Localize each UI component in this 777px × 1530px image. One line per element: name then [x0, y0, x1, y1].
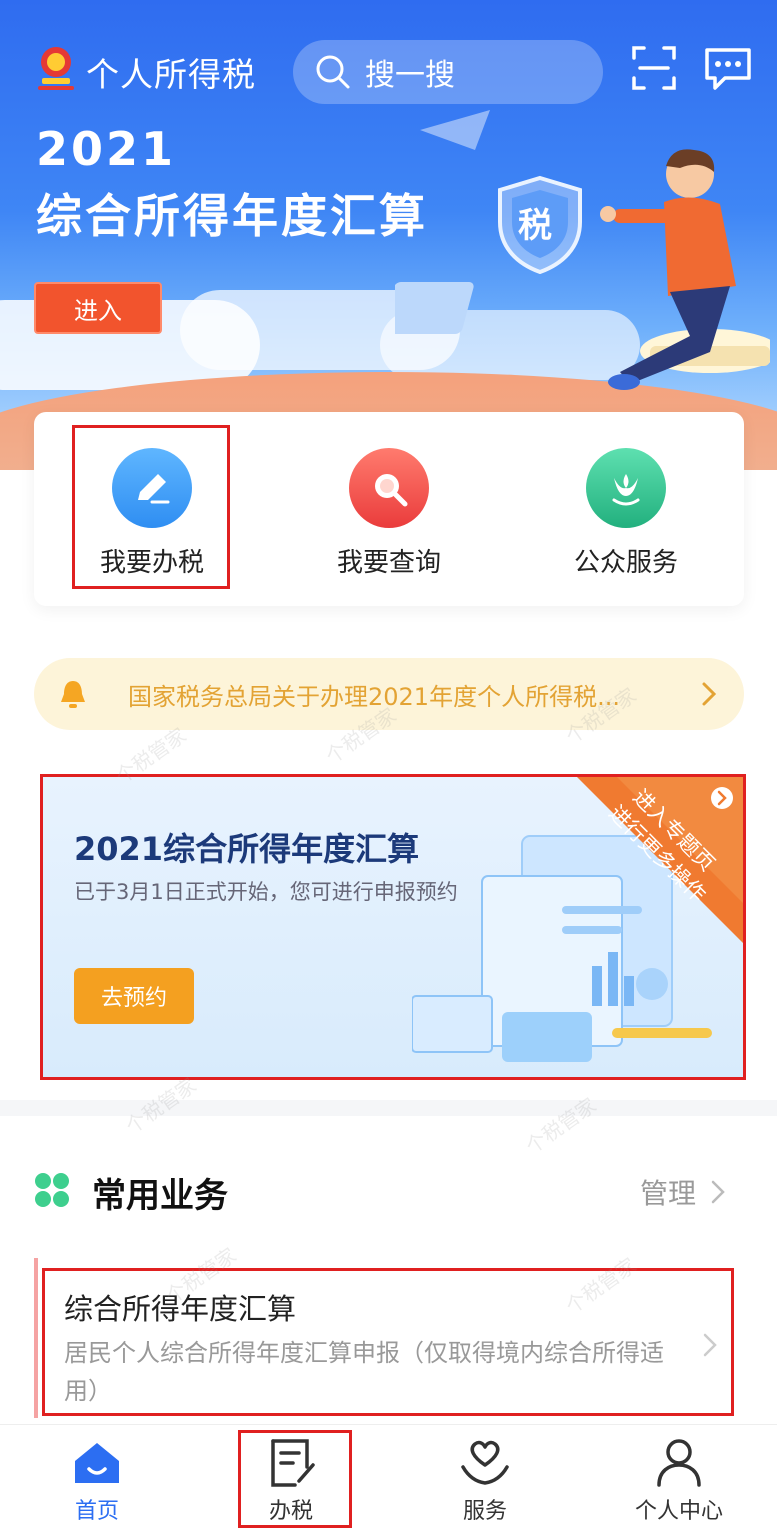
chevron-right-icon — [703, 1333, 717, 1357]
nav-tab-do-tax[interactable]: 办税 — [194, 1425, 388, 1530]
calculator-decoration — [395, 282, 474, 334]
section-title-common-business: 常用业务 — [92, 1176, 228, 1216]
enter-button[interactable]: 进入 — [34, 282, 162, 334]
quick-action-label: 我要查询 — [336, 548, 441, 578]
promo-banner[interactable]: 2021综合所得年度汇算 已于3月1日正式开始，您可进行申报预约 去预约 进入专… — [42, 776, 744, 1078]
notice-text: 国家税务总局关于办理2021年度个人所得税... — [128, 682, 620, 711]
scan-icon[interactable] — [630, 44, 678, 92]
magnifier-icon — [375, 474, 408, 507]
business-item-description: 居民个人综合所得年度汇算申报（仅取得境内综合所得适用） — [64, 1339, 664, 1405]
chevron-right-icon — [711, 1180, 725, 1204]
quick-action-icon-bg — [349, 448, 429, 528]
bottom-nav: 首页 办税 服务 个人中心 — [0, 1424, 777, 1530]
search-icon — [316, 55, 350, 89]
nav-label: 个人中心 — [634, 1499, 723, 1524]
search-bar[interactable]: 搜一搜 — [293, 40, 603, 104]
manage-label: 管理 — [640, 1177, 697, 1210]
heart-hands-icon — [461, 1440, 509, 1485]
shield-character: 税 — [518, 206, 552, 246]
manage-link[interactable]: 管理 — [640, 1172, 726, 1212]
nav-label: 办税 — [268, 1499, 313, 1524]
tax-bureau-logo — [38, 47, 74, 90]
app-title: 个人所得税 — [86, 55, 256, 94]
section-divider — [0, 1100, 777, 1116]
quick-action-query[interactable]: 我要查询 — [271, 412, 507, 606]
tulip-icon — [612, 474, 640, 506]
tax-edit-icon — [271, 1439, 315, 1487]
business-item-title: 综合所得年度汇算 — [64, 1292, 297, 1326]
reserve-button[interactable]: 去预约 — [74, 968, 194, 1024]
person-icon — [657, 1439, 701, 1487]
quick-action-label: 我要办税 — [99, 548, 204, 578]
paper-plane-decoration — [420, 110, 490, 150]
hero-year: 2021 — [36, 122, 177, 176]
person-illustration — [600, 149, 770, 390]
hero-headline: 综合所得年度汇算 — [36, 189, 428, 243]
nav-label: 首页 — [74, 1499, 119, 1524]
business-item-annual-settlement[interactable]: 综合所得年度汇算 居民个人综合所得年度汇算申报（仅取得境内综合所得适用） — [34, 1258, 744, 1418]
notice-bar[interactable]: 国家税务总局关于办理2021年度个人所得税... — [34, 658, 744, 730]
quick-actions-card: 我要办税 我要查询 公众服务 — [34, 412, 744, 606]
home-icon — [75, 1443, 119, 1483]
quick-action-public-service[interactable]: 公众服务 — [508, 412, 744, 606]
nav-tab-service[interactable]: 服务 — [388, 1425, 582, 1530]
nav-tab-profile[interactable]: 个人中心 — [582, 1425, 776, 1530]
quick-action-icon-bg — [586, 448, 666, 528]
bell-icon — [61, 681, 85, 708]
quick-action-icon-bg — [112, 448, 192, 528]
message-icon[interactable] — [703, 44, 753, 92]
search-placeholder: 搜一搜 — [365, 58, 455, 93]
chevron-right-icon — [702, 682, 717, 706]
quick-action-label: 公众服务 — [573, 548, 678, 578]
nav-tab-home[interactable]: 首页 — [0, 1425, 194, 1530]
quick-action-do-tax[interactable]: 我要办税 — [34, 412, 270, 606]
promo-title: 2021综合所得年度汇算 — [74, 830, 420, 868]
pencil-icon — [138, 474, 170, 504]
grid-icon — [35, 1173, 69, 1207]
nav-label: 服务 — [462, 1499, 507, 1524]
